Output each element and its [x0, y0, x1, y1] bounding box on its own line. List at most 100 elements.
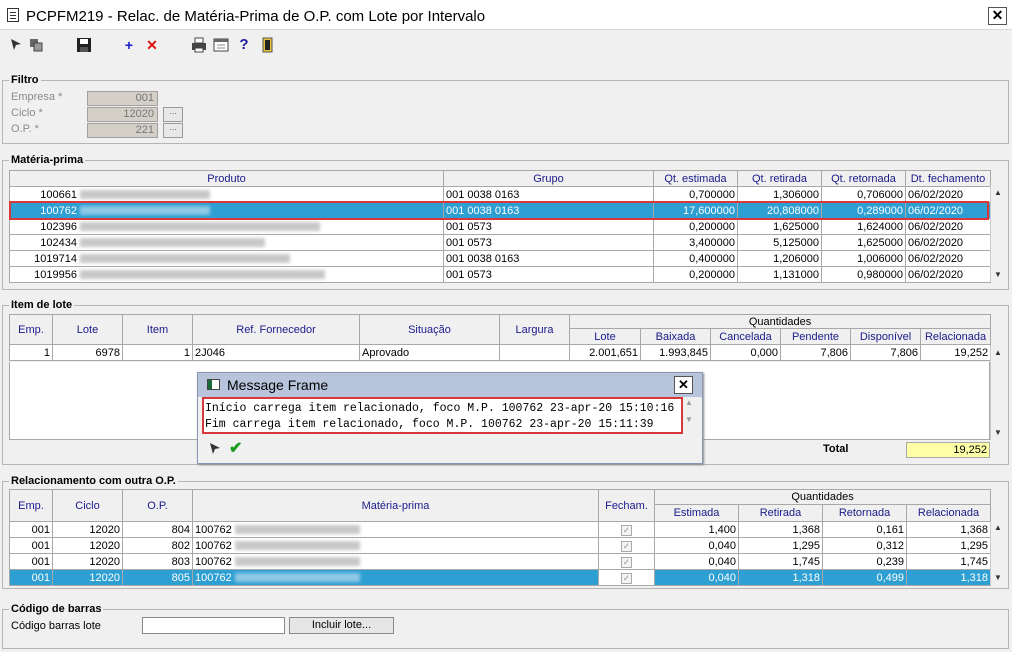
empresa-label: Empresa *	[11, 91, 63, 103]
scroll-up-icon[interactable]: ▲	[991, 521, 1005, 535]
message-scrollbar[interactable]: ▲ ▼	[682, 398, 696, 434]
produto-code: 1019956	[34, 268, 77, 281]
table-row[interactable]: 001 12020 803 100762 ✓ 0,040 1,745 0,239…	[9, 553, 992, 570]
header-op[interactable]: O.P.	[122, 489, 193, 522]
scroll-down-icon[interactable]: ▼	[991, 426, 1005, 440]
table-row[interactable]: 001 12020 804 100762 ✓ 1,400 1,368 0,161…	[9, 521, 992, 538]
produto-code: 100661	[40, 188, 77, 201]
header-ciclo[interactable]: Ciclo	[52, 489, 123, 522]
mp-code: 100762	[195, 555, 232, 568]
scroll-up-icon[interactable]: ▲	[991, 186, 1005, 200]
table-row[interactable]: 102434 001 0573 3,400000 5,125000 1,6250…	[9, 234, 991, 251]
barcode-input[interactable]	[142, 617, 285, 634]
fecham-checkbox[interactable]: ✓	[621, 540, 632, 552]
qt-estimada-cell: 0,200000	[653, 218, 738, 235]
fecham-checkbox[interactable]: ✓	[621, 556, 632, 568]
qt-retirada-cell: 5,125000	[737, 234, 822, 251]
filtro-title: Filtro	[9, 74, 41, 86]
op-field[interactable]: 221	[87, 123, 158, 138]
emp-cell: 001	[9, 553, 53, 570]
delete-icon[interactable]: ✕	[144, 37, 160, 53]
table-row[interactable]: 102396 001 0573 0,200000 1,625000 1,6240…	[9, 218, 991, 235]
empresa-field[interactable]: 001	[87, 91, 158, 106]
lote-scrollbar[interactable]: ▲ ▼	[990, 346, 1005, 440]
copy-icon[interactable]	[28, 37, 44, 53]
header-produto[interactable]: Produto	[9, 170, 444, 187]
op-lookup-button[interactable]: ⋯	[163, 123, 183, 138]
header-q-cancelada[interactable]: Cancelada	[710, 328, 781, 345]
header-q-relacionada[interactable]: Relacionada	[919, 328, 992, 345]
incluir-lote-button[interactable]: Incluir lote...	[289, 617, 394, 634]
close-button[interactable]: ✕	[988, 7, 1007, 25]
header-item[interactable]: Item	[122, 314, 193, 345]
header-qt-retirada[interactable]: Qt. retirada	[737, 170, 822, 187]
op-cell: 802	[122, 537, 193, 554]
rel-table: Emp. Ciclo O.P. Matéria-prima Fecham. Qu…	[9, 489, 992, 586]
message-close-button[interactable]: ✕	[674, 376, 693, 394]
scroll-up-icon[interactable]: ▲	[991, 346, 1005, 360]
header-q-baixada[interactable]: Baixada	[640, 328, 711, 345]
header-ref-fornecedor[interactable]: Ref. Fornecedor	[192, 314, 360, 345]
fecham-checkbox[interactable]: ✓	[621, 524, 632, 536]
materia-scrollbar[interactable]: ▲ ▼	[990, 186, 1005, 282]
ciclo-cell: 12020	[52, 537, 123, 554]
cursor-icon[interactable]	[208, 441, 222, 458]
rel-scrollbar[interactable]: ▲ ▼	[990, 521, 1005, 585]
grupo-cell: 001 0038 0163	[443, 250, 654, 267]
qt-retirada-cell: 1,131000	[737, 266, 822, 283]
confirm-check-icon[interactable]: ✔	[229, 438, 242, 458]
emp-cell: 1	[9, 344, 53, 361]
header-fecham[interactable]: Fecham.	[598, 489, 655, 522]
table-row[interactable]: 001 12020 802 100762 ✓ 0,040 1,295 0,312…	[9, 537, 992, 554]
redacted-text	[80, 270, 326, 280]
table-row[interactable]: 1019714 001 0038 0163 0,400000 1,206000 …	[9, 250, 991, 267]
scroll-up-icon[interactable]: ▲	[682, 398, 696, 407]
redacted-text	[234, 525, 360, 535]
dt-fechamento-cell: 06/02/2020	[905, 234, 991, 251]
header-relacionada[interactable]: Relacionada	[905, 503, 992, 523]
header-retirada[interactable]: Retirada	[738, 503, 823, 523]
header-dt-fechamento[interactable]: Dt. fechamento	[905, 170, 991, 187]
header-estimada[interactable]: Estimada	[654, 503, 739, 523]
qt-estimada-cell: 0,400000	[653, 250, 738, 267]
cursor-icon[interactable]	[8, 37, 24, 53]
scroll-down-icon[interactable]: ▼	[991, 571, 1005, 585]
header-retornada[interactable]: Retornada	[822, 503, 907, 523]
estimada-cell: 0,040	[654, 553, 739, 570]
header-materia-prima[interactable]: Matéria-prima	[192, 489, 599, 522]
header-emp[interactable]: Emp.	[9, 314, 53, 345]
retirada-cell: 1,368	[738, 521, 823, 538]
fecham-checkbox[interactable]: ✓	[621, 572, 632, 584]
ciclo-lookup-button[interactable]: ⋯	[163, 107, 183, 122]
help-icon[interactable]: ?	[236, 37, 252, 53]
header-emp[interactable]: Emp.	[9, 489, 53, 522]
estimada-cell: 1,400	[654, 521, 739, 538]
header-situacao[interactable]: Situação	[359, 314, 500, 345]
materia-title: Matéria-prima	[9, 154, 86, 166]
scroll-down-icon[interactable]: ▼	[991, 268, 1005, 282]
header-qt-estimada[interactable]: Qt. estimada	[653, 170, 738, 187]
calendar-icon[interactable]	[213, 37, 229, 53]
header-q-lote[interactable]: Lote	[569, 328, 641, 345]
table-row[interactable]: 1019956 001 0573 0,200000 1,131000 0,980…	[9, 266, 991, 283]
add-icon[interactable]: +	[121, 37, 137, 53]
ciclo-field[interactable]: 12020	[87, 107, 158, 122]
print-icon[interactable]	[191, 37, 207, 53]
q-lote-cell: 2.001,651	[569, 344, 641, 361]
scroll-down-icon[interactable]: ▼	[682, 415, 696, 424]
materia-table: Produto Grupo Qt. estimada Qt. retirada …	[9, 170, 991, 283]
table-row[interactable]: 1 6978 1 2J046 Aprovado 2.001,651 1.993,…	[9, 344, 992, 361]
header-quantidades: Quantidades	[568, 314, 992, 329]
exit-icon[interactable]	[260, 37, 276, 53]
emp-cell: 001	[9, 569, 53, 586]
retirada-cell: 1,745	[738, 553, 823, 570]
header-lote[interactable]: Lote	[52, 314, 123, 345]
header-grupo[interactable]: Grupo	[443, 170, 654, 187]
save-icon[interactable]	[76, 37, 92, 53]
header-q-disponivel[interactable]: Disponível	[850, 328, 921, 345]
header-largura[interactable]: Largura	[499, 314, 570, 345]
header-qt-retornada[interactable]: Qt. retornada	[821, 170, 906, 187]
header-q-pendente[interactable]: Pendente	[780, 328, 851, 345]
table-row-selected[interactable]: 001 12020 805 100762 ✓ 0,040 1,318 0,499…	[9, 569, 992, 586]
mp-code: 100762	[195, 523, 232, 536]
